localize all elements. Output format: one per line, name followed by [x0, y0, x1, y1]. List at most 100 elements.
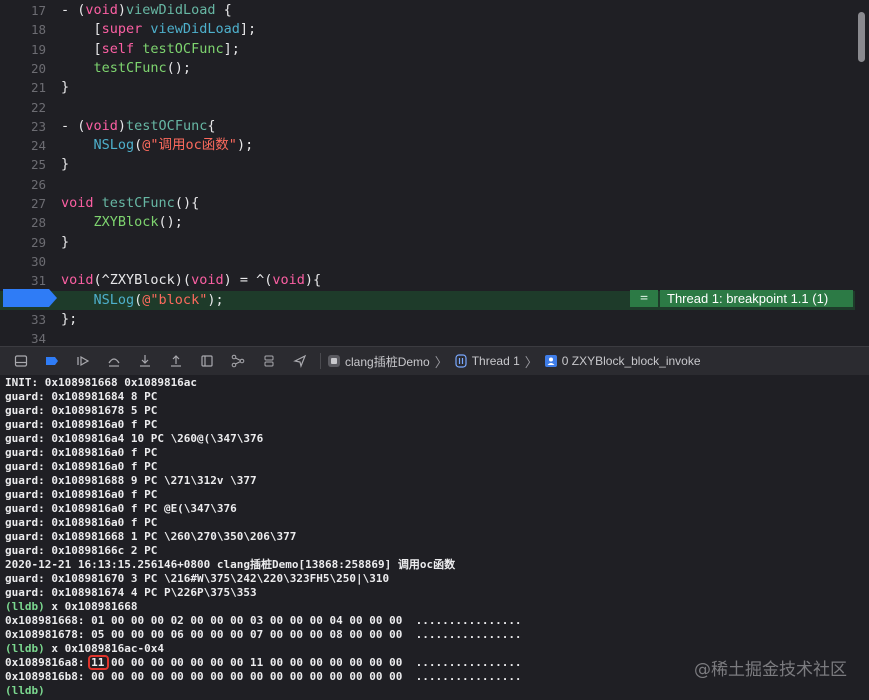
code-token: NSLog — [93, 291, 135, 308]
code-token: { — [207, 117, 216, 134]
code-token: } — [61, 233, 70, 250]
breadcrumb-frame[interactable]: 0 ZXYBlock_block_invoke — [544, 354, 701, 368]
code-token: - ( — [61, 2, 86, 18]
line-number[interactable]: 19 — [0, 40, 46, 59]
code-line[interactable]: 19 [self testOCFunc]; — [0, 40, 855, 59]
code-token: (){ — [174, 195, 200, 211]
code-line[interactable]: 22 — [0, 98, 855, 117]
code-line[interactable]: 21} — [0, 78, 855, 97]
step-into-icon[interactable] — [135, 351, 155, 371]
code-token: void — [61, 272, 94, 289]
console-output-line: INIT: 0x108981668 0x1089816ac — [5, 376, 198, 389]
code-line[interactable]: 34 — [0, 329, 855, 346]
code-token: @"block" — [142, 291, 208, 308]
step-over-icon[interactable] — [104, 351, 124, 371]
code-text: } — [61, 233, 69, 252]
memory-graph-icon[interactable] — [228, 351, 248, 371]
code-token: testOCFunc — [126, 117, 208, 134]
code-line[interactable]: 33}; — [0, 310, 855, 329]
chevron-right-icon: 〉 — [434, 354, 448, 370]
breadcrumb-thread[interactable]: Thread 1 〉 — [454, 352, 538, 371]
line-number[interactable]: 31 — [0, 271, 46, 290]
code-line[interactable]: 25} — [0, 155, 855, 174]
environment-overrides-icon[interactable] — [259, 351, 279, 371]
code-text: }; — [61, 310, 77, 329]
line-number[interactable]: 28 — [0, 213, 46, 232]
line-number[interactable]: 21 — [0, 78, 46, 97]
code-token: super — [101, 21, 143, 38]
watermark: @稀土掘金技术社区 — [694, 660, 847, 680]
code-line[interactable]: 27 void testCFunc(){ — [0, 194, 855, 213]
line-number[interactable]: 18 — [0, 20, 46, 39]
code-token: ); — [207, 291, 224, 308]
breakpoint-indicator[interactable] — [3, 289, 57, 307]
code-token: NSLog — [93, 137, 135, 154]
code-text: - (void)testOCFunc{ — [61, 117, 215, 136]
code-line[interactable]: 18 [super viewDidLoad]; — [0, 20, 855, 39]
code-text: - (void)viewDidLoad { — [61, 1, 232, 20]
view-hierarchy-icon[interactable] — [197, 351, 217, 371]
line-number[interactable]: 22 — [0, 98, 46, 117]
code-token: void — [272, 272, 305, 289]
line-number[interactable]: 30 — [0, 252, 46, 271]
code-line[interactable]: 26 — [0, 175, 855, 194]
editor-scrollbar-thumb[interactable] — [858, 12, 865, 62]
lldb-prompt: (lldb) — [5, 684, 45, 697]
line-number[interactable]: 20 — [0, 59, 46, 78]
line-number[interactable]: 27 — [0, 194, 46, 213]
breadcrumb-thread-label: Thread 1 — [471, 354, 520, 368]
breakpoints-toggle-icon[interactable] — [42, 351, 62, 371]
code-token: (^ZXYBlock)( — [93, 272, 192, 289]
line-number[interactable]: 33 — [0, 310, 46, 329]
line-number[interactable]: 23 — [0, 117, 46, 136]
code-line[interactable]: 17 - (void)viewDidLoad { — [0, 1, 855, 20]
line-number[interactable]: 34 — [0, 329, 46, 346]
code-token: testCFunc — [101, 195, 175, 211]
debug-bar: clang插桩Demo 〉 Thread 1 〉 0 ZXYBlock_bloc… — [0, 346, 869, 376]
line-number[interactable]: 25 — [0, 155, 46, 174]
breadcrumb-target[interactable]: clang插桩Demo 〉 — [327, 352, 448, 371]
code-token: } — [61, 156, 70, 173]
step-out-icon[interactable] — [166, 351, 186, 371]
code-line[interactable]: 29} — [0, 233, 855, 252]
code-text: [super viewDidLoad]; — [61, 20, 257, 39]
code-token: void — [85, 117, 118, 134]
highlight-box — [88, 655, 109, 670]
line-number[interactable]: 26 — [0, 175, 46, 194]
code-token: viewDidLoad — [150, 21, 240, 38]
console-output-line: guard: 0x108981674 4 PC P\226P\375\353 — [5, 586, 257, 599]
code-token: } — [61, 79, 70, 96]
code-editor[interactable]: 17- (void)viewDidLoad {18 [super viewDid… — [0, 0, 869, 346]
lldb-command: x 0x1089816ac-0x4 — [44, 642, 164, 655]
debug-console[interactable]: INIT: 0x108981668 0x1089816ac guard: 0x10… — [0, 375, 869, 700]
line-number[interactable]: 17 — [0, 1, 46, 20]
simulate-location-icon[interactable] — [290, 351, 310, 371]
code-token: @"调用oc函数" — [142, 137, 237, 154]
code-line[interactable]: 28 ZXYBlock(); — [0, 213, 855, 232]
line-number[interactable]: 29 — [0, 233, 46, 252]
line-number[interactable]: 24 — [0, 136, 46, 155]
console-prompt-line: (lldb) x 0x108981668 — [5, 600, 137, 614]
code-line[interactable]: 20 testCFunc(); — [0, 59, 855, 78]
code-token: ]; — [223, 40, 240, 57]
code-text: } — [61, 78, 69, 97]
console-output-line: guard: 0x1089816a4 10 PC \260@(\347\376 — [5, 432, 264, 445]
code-token: - ( — [61, 117, 86, 134]
console-output-line: guard: 0x1089816a0 f PC @E(\347\376 — [5, 502, 237, 515]
lldb-prompt: (lldb) — [5, 642, 45, 655]
console-output-line: 0x108981678: 05 00 00 00 06 00 00 00 07 … — [5, 628, 522, 641]
hide-debug-area-icon[interactable] — [11, 351, 31, 371]
code-line[interactable]: 30 — [0, 252, 855, 271]
code-token: viewDidLoad — [126, 2, 216, 18]
code-line[interactable]: 24 NSLog(@"调用oc函数"); — [0, 136, 855, 155]
equals-icon: = — [630, 290, 658, 307]
code-token: void — [191, 272, 224, 289]
code-line[interactable]: 31 void(^ZXYBlock)(void) = ^(void){ — [0, 271, 855, 290]
code-text: ZXYBlock(); — [61, 213, 183, 232]
code-line[interactable]: 23 - (void)testOCFunc{ — [0, 117, 855, 136]
continue-icon[interactable] — [73, 351, 93, 371]
